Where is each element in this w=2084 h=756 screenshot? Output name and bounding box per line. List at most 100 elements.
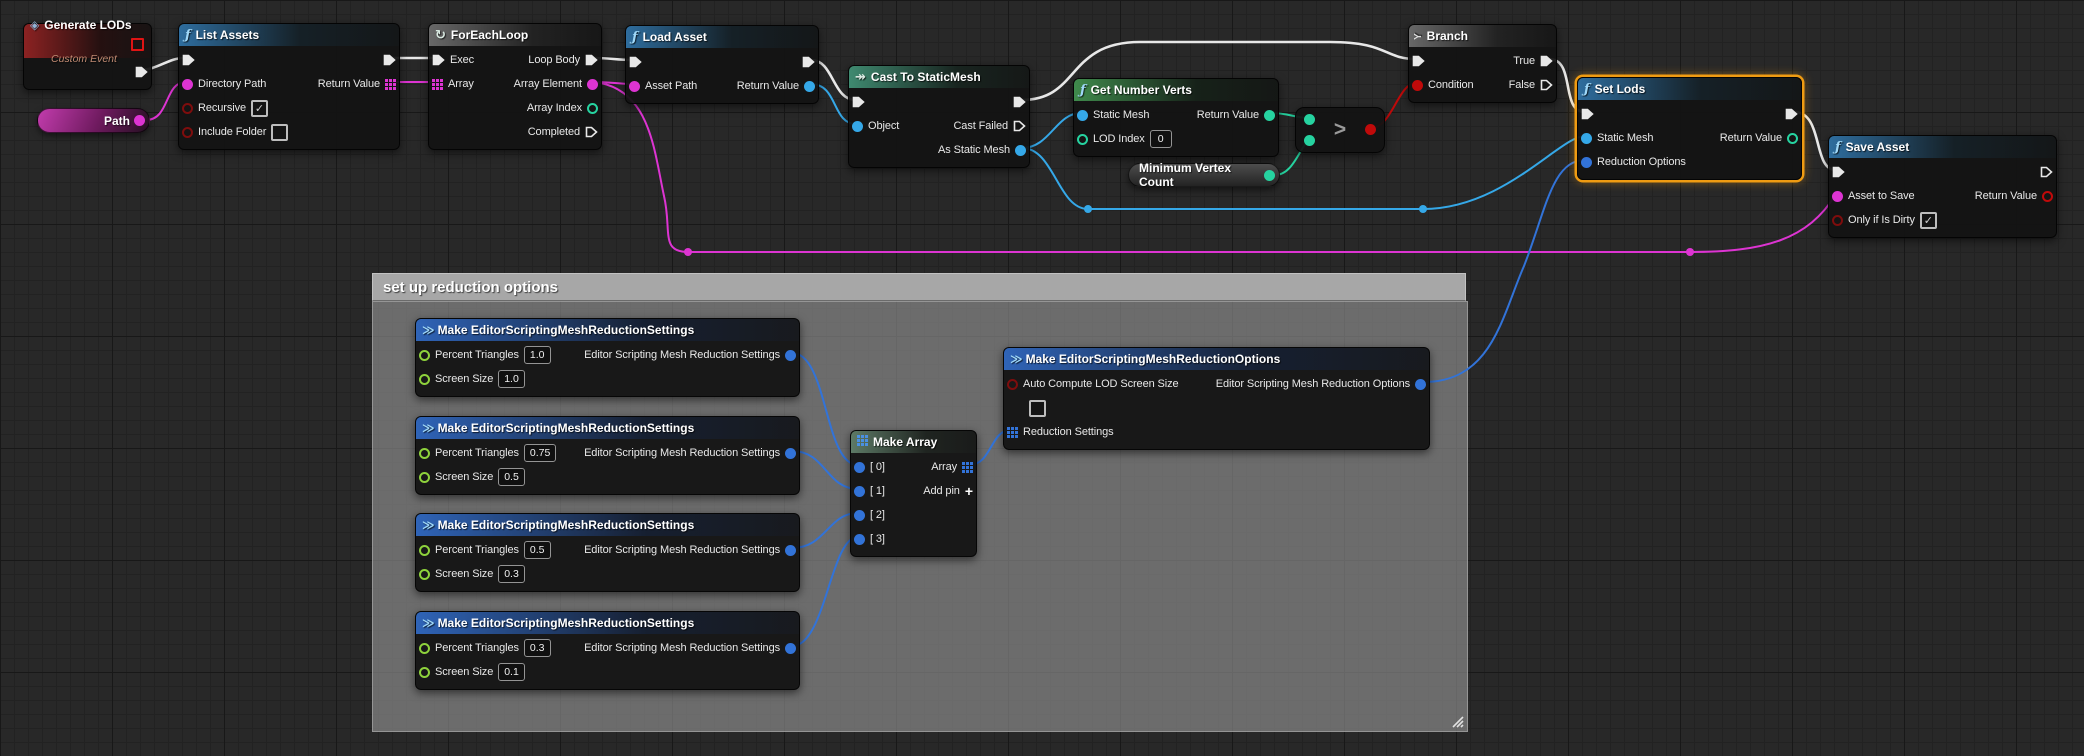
make-array-pin-2[interactable] bbox=[854, 509, 865, 521]
branch-header[interactable]: Y Branch bbox=[1409, 25, 1556, 47]
make-array-header[interactable]: Make Array bbox=[851, 431, 976, 453]
minimum-vertex-count-pin-out[interactable] bbox=[1264, 169, 1275, 181]
node-make-reduction-options[interactable]: ≫ Make EditorScriptingMeshReductionOption… bbox=[1003, 347, 1430, 450]
wire-make-reduction-settings-1-out--make-array-item-0[interactable] bbox=[791, 352, 859, 466]
set-lods-pin-exec-out[interactable] bbox=[1785, 108, 1798, 120]
node-branch[interactable]: Y Branch True Condition False bbox=[1408, 24, 1557, 103]
generate-lods-header[interactable]: ◈ Generate LODs Custom Event bbox=[24, 18, 151, 64]
save-asset-pin-return-value[interactable] bbox=[2042, 190, 2053, 202]
foreachloop-pin-completed[interactable] bbox=[585, 126, 598, 138]
list-assets-pin-recursive[interactable] bbox=[182, 102, 193, 114]
reroute-node[interactable] bbox=[1084, 205, 1092, 213]
make-reduction-options-header[interactable]: ≫ Make EditorScriptingMeshReductionOption… bbox=[1004, 348, 1429, 370]
node-minimum-vertex-count[interactable]: Minimum Vertex Count bbox=[1128, 161, 1280, 189]
make-reduction-settings-4-pin-percent-triangles[interactable] bbox=[419, 642, 430, 654]
load-asset-header[interactable]: ƒ Load Asset bbox=[626, 26, 818, 48]
make-reduction-settings-4-pin-screen-size[interactable] bbox=[419, 666, 430, 678]
greater-pin-out[interactable] bbox=[1365, 124, 1376, 135]
make-reduction-options-ctrl-checkbox[interactable] bbox=[1029, 399, 1046, 417]
node-make-reduction-settings-3[interactable]: ≫ Make EditorScriptingMeshReductionSettin… bbox=[415, 513, 800, 592]
foreachloop-pin-exec[interactable] bbox=[432, 54, 445, 66]
make-reduction-settings-3-screen-size-input[interactable]: 0.3 bbox=[498, 565, 525, 583]
make-reduction-settings-3-header[interactable]: ≫ Make EditorScriptingMeshReductionSettin… bbox=[416, 514, 799, 536]
load-asset-pin-return-value[interactable] bbox=[804, 80, 815, 92]
cast-to-staticmesh-pin-object[interactable] bbox=[852, 120, 863, 132]
branch-pin-exec-in[interactable] bbox=[1412, 55, 1425, 67]
node-foreachloop[interactable]: ↻ ForEachLoop Exec Loop Body Array Array Elem… bbox=[428, 23, 602, 150]
save-asset-pin-asset-to-save[interactable] bbox=[1832, 190, 1843, 202]
node-cast-to-staticmesh[interactable]: ↠ Cast To StaticMesh Object Cast Failed As S… bbox=[848, 65, 1030, 168]
list-assets-recursive-checkbox[interactable]: ✓ bbox=[251, 99, 269, 117]
make-reduction-options-pin-reduction-settings[interactable] bbox=[1007, 426, 1018, 438]
get-number-verts-header[interactable]: ƒ Get Number Verts bbox=[1074, 79, 1278, 101]
get-number-verts-pin-return-value[interactable] bbox=[1264, 109, 1275, 121]
set-lods-pin-static-mesh[interactable] bbox=[1581, 132, 1592, 144]
reroute-node[interactable] bbox=[684, 248, 692, 256]
foreachloop-pin-array-index[interactable] bbox=[587, 102, 598, 114]
save-asset-header[interactable]: ƒ Save Asset bbox=[1829, 136, 2056, 158]
make-reduction-settings-2-header[interactable]: ≫ Make EditorScriptingMeshReductionSettin… bbox=[416, 417, 799, 439]
node-make-reduction-settings-4[interactable]: ≫ Make EditorScriptingMeshReductionSettin… bbox=[415, 611, 800, 690]
make-array-pin-1[interactable] bbox=[854, 485, 865, 497]
node-list-assets[interactable]: ƒ List Assets Directory Path Return Value Re… bbox=[178, 23, 400, 150]
make-reduction-settings-4-pin-editor-scripting-mesh-reduction-settings[interactable] bbox=[785, 642, 796, 654]
node-greater[interactable]: > bbox=[1295, 107, 1385, 153]
graph-canvas[interactable]: set up reduction options ◈ Generate LODs C… bbox=[0, 0, 2084, 756]
set-lods-pin-exec-in[interactable] bbox=[1581, 108, 1594, 120]
make-reduction-settings-3-pin-percent-triangles[interactable] bbox=[419, 544, 430, 556]
branch-pin-condition[interactable] bbox=[1412, 79, 1423, 91]
load-asset-pin-asset-path[interactable] bbox=[629, 80, 640, 92]
cast-to-staticmesh-pin-as-static-mesh[interactable] bbox=[1015, 144, 1026, 156]
make-reduction-settings-1-pin-percent-triangles[interactable] bbox=[419, 349, 430, 361]
save-asset-pin-only-if-is-dirty[interactable] bbox=[1832, 214, 1843, 226]
foreachloop-pin-array-element[interactable] bbox=[587, 78, 598, 90]
make-reduction-settings-2-pin-percent-triangles[interactable] bbox=[419, 447, 430, 459]
list-assets-pin-include-folder[interactable] bbox=[182, 126, 193, 138]
list-assets-pin-return-value[interactable] bbox=[385, 78, 396, 90]
foreachloop-pin-array[interactable] bbox=[432, 78, 443, 90]
make-array-pin-array[interactable] bbox=[962, 461, 973, 473]
make-reduction-settings-2-screen-size-input[interactable]: 0.5 bbox=[498, 468, 525, 486]
make-reduction-settings-4-percent-triangles-input[interactable]: 0.3 bbox=[523, 639, 551, 657]
make-reduction-settings-1-percent-triangles-input[interactable]: 1.0 bbox=[523, 346, 551, 364]
generate-lods-pin-exec-out[interactable] bbox=[135, 66, 148, 78]
reroute-node[interactable] bbox=[1419, 205, 1427, 213]
list-assets-pin-exec-out[interactable] bbox=[383, 54, 396, 66]
make-reduction-options-pin-editor-scripting-mesh-reduction-options[interactable] bbox=[1415, 378, 1426, 390]
node-generate-lods[interactable]: ◈ Generate LODs Custom Event bbox=[23, 18, 152, 90]
get-number-verts-lod-index-input[interactable]: 0 bbox=[1149, 130, 1172, 148]
node-get-number-verts[interactable]: ƒ Get Number Verts Static Mesh Return Value… bbox=[1073, 78, 1279, 157]
make-reduction-settings-1-screen-size-input[interactable]: 1.0 bbox=[498, 370, 525, 388]
make-reduction-settings-1-pin-screen-size[interactable] bbox=[419, 373, 430, 385]
greater-pin-in-0[interactable] bbox=[1304, 114, 1315, 125]
cast-to-staticmesh-pin-cast-failed[interactable] bbox=[1013, 120, 1026, 132]
make-reduction-settings-3-pin-screen-size[interactable] bbox=[419, 568, 430, 580]
list-assets-pin-directory-path[interactable] bbox=[182, 78, 193, 90]
wire-make-reduction-settings-4-out--make-array-item-3[interactable] bbox=[791, 536, 859, 647]
path-pin-out[interactable] bbox=[134, 115, 145, 126]
cast-to-staticmesh-header[interactable]: ↠ Cast To StaticMesh bbox=[849, 66, 1029, 88]
make-reduction-settings-4-header[interactable]: ≫ Make EditorScriptingMeshReductionSettin… bbox=[416, 612, 799, 634]
make-reduction-settings-4-screen-size-input[interactable]: 0.1 bbox=[498, 663, 525, 681]
make-array-pin-0[interactable] bbox=[854, 461, 865, 473]
set-lods-header[interactable]: ƒ Set Lods bbox=[1578, 78, 1801, 100]
make-reduction-settings-2-percent-triangles-input[interactable]: 0.75 bbox=[523, 444, 557, 462]
greater-pin-in-1[interactable] bbox=[1304, 135, 1315, 146]
node-make-reduction-settings-1[interactable]: ≫ Make EditorScriptingMeshReductionSettin… bbox=[415, 318, 800, 397]
make-array-pin-3[interactable] bbox=[854, 533, 865, 545]
list-assets-include-folder-checkbox[interactable] bbox=[271, 123, 289, 141]
make-reduction-options-pin-auto-compute-lod-screen-size[interactable] bbox=[1007, 378, 1018, 390]
make-reduction-settings-3-pin-editor-scripting-mesh-reduction-settings[interactable] bbox=[785, 544, 796, 556]
foreachloop-header[interactable]: ↻ ForEachLoop bbox=[429, 24, 601, 46]
save-asset-pin-exec-out[interactable] bbox=[2040, 166, 2053, 178]
node-set-lods[interactable]: ƒ Set Lods Static Mesh Return Value Reductio… bbox=[1577, 77, 1802, 180]
reroute-node[interactable] bbox=[1686, 248, 1694, 256]
branch-pin-false[interactable] bbox=[1540, 79, 1553, 91]
list-assets-header[interactable]: ƒ List Assets bbox=[179, 24, 399, 46]
load-asset-pin-exec-in[interactable] bbox=[629, 56, 642, 68]
foreachloop-pin-loop-body[interactable] bbox=[585, 54, 598, 66]
cast-to-staticmesh-pin-exec-out[interactable] bbox=[1013, 96, 1026, 108]
get-number-verts-pin-lod-index[interactable] bbox=[1077, 133, 1088, 145]
set-lods-pin-reduction-options[interactable] bbox=[1581, 156, 1592, 168]
node-load-asset[interactable]: ƒ Load Asset Asset Path Return Value bbox=[625, 25, 819, 104]
